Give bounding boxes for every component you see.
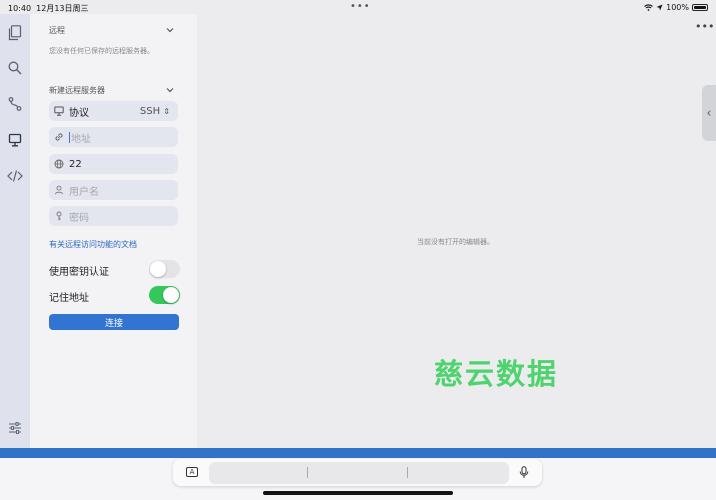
- status-strip: [0, 448, 716, 458]
- mic-icon[interactable]: [519, 466, 529, 479]
- side-panel-handle[interactable]: ‹: [702, 85, 716, 141]
- address-input[interactable]: 地址: [49, 127, 178, 147]
- updown-chevron-icon: ⇕: [163, 106, 170, 116]
- key-icon: [54, 211, 64, 221]
- key-auth-label: 使用密钥认证: [49, 267, 109, 278]
- chevron-down-icon[interactable]: [165, 25, 175, 35]
- remote-sidebar: 远程 您没有任何已保存的远程服务器。 新建远程服务器 协议 SSH ⇕ 地址 2…: [30, 14, 197, 448]
- search-icon[interactable]: [7, 60, 23, 76]
- link-icon: [54, 132, 64, 142]
- port-input[interactable]: 22: [49, 154, 178, 174]
- monitor-icon: [54, 106, 64, 116]
- password-input[interactable]: 密码: [49, 206, 178, 226]
- chevron-left-icon: ‹: [706, 105, 712, 121]
- status-right: 100%: [644, 3, 708, 12]
- battery-percent: 100%: [666, 3, 689, 12]
- remote-docs-link[interactable]: 有关远程访问功能的文档: [49, 239, 137, 250]
- more-options-icon[interactable]: •••: [695, 20, 714, 33]
- address-placeholder: 地址: [71, 133, 91, 145]
- person-icon: [54, 185, 64, 195]
- source-control-icon[interactable]: [7, 96, 23, 112]
- toggle-knob: [150, 261, 166, 277]
- toolbar-separator: [307, 467, 308, 478]
- remote-section-title: 远程: [49, 26, 65, 35]
- protocol-select[interactable]: 协议 SSH ⇕: [49, 101, 178, 121]
- remote-explorer-icon[interactable]: [7, 132, 23, 148]
- code-icon[interactable]: [7, 168, 23, 184]
- connect-button[interactable]: 连接: [49, 314, 179, 330]
- toolbar-separator: [407, 467, 408, 478]
- location-icon: [656, 4, 663, 11]
- multitasking-dots-icon[interactable]: •••: [350, 1, 371, 12]
- globe-icon: [54, 159, 64, 169]
- remember-address-label: 记住地址: [49, 293, 89, 304]
- activity-bar: [0, 14, 30, 448]
- username-placeholder: 用户名: [69, 186, 99, 198]
- chevron-down-icon[interactable]: [165, 85, 175, 95]
- keyboard-a-icon[interactable]: A: [186, 467, 198, 477]
- username-input[interactable]: 用户名: [49, 180, 178, 200]
- battery-icon: [692, 4, 708, 11]
- remote-empty-hint: 您没有任何已保存的远程服务器。: [49, 47, 154, 55]
- new-server-title: 新建远程服务器: [49, 86, 105, 95]
- files-icon[interactable]: [7, 25, 23, 41]
- home-indicator[interactable]: [263, 491, 453, 495]
- wifi-icon: [644, 4, 653, 11]
- key-auth-toggle[interactable]: [149, 260, 180, 278]
- text-caret: [69, 131, 70, 143]
- no-editor-message: 当前没有打开的编辑器。: [417, 238, 494, 246]
- watermark-text: 慈云数据: [434, 357, 559, 391]
- dictation-field[interactable]: [209, 462, 509, 484]
- settings-sliders-icon[interactable]: [7, 420, 23, 436]
- password-placeholder: 密码: [69, 212, 89, 224]
- protocol-value: SSH ⇕: [139, 105, 170, 117]
- protocol-label: 协议: [69, 107, 89, 119]
- toggle-knob: [163, 287, 179, 303]
- status-time-date: 10:40 12月13日周三: [8, 4, 89, 13]
- status-bar: 10:40 12月13日周三 ••• 100%: [0, 0, 716, 14]
- remember-address-toggle[interactable]: [149, 286, 180, 304]
- port-value: 22: [69, 158, 82, 170]
